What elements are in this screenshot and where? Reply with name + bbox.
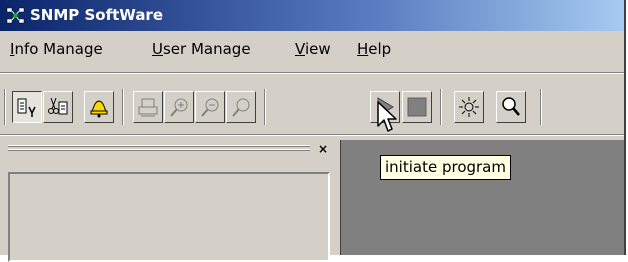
zoom-button[interactable] [226,91,256,123]
search-icon [502,97,520,116]
cut-list-button[interactable] [43,91,73,123]
print-icon [138,98,158,117]
tooltip: initiate program [380,155,511,180]
zoom-in-button[interactable] [164,91,194,123]
mouse-cursor-icon [377,101,397,132]
pane-grip[interactable] [8,149,310,151]
alarm-button[interactable] [84,91,114,123]
menu-divider [0,72,624,74]
menu-user-manage-label: ser Manage [162,40,251,58]
cut-list-icon [48,97,68,115]
toolbar-divider [0,134,624,136]
title-bar[interactable]: SNMP SoftWare [0,0,624,31]
toolbar [0,83,624,129]
stop-button[interactable] [402,91,432,123]
menu-help[interactable]: Help [357,40,391,58]
list-view-icon [17,98,36,117]
zoom-out-icon [201,98,219,117]
tree-view[interactable] [8,172,330,262]
window-title: SNMP SoftWare [30,6,164,24]
sun-icon [459,97,479,117]
app-window: SNMP SoftWare Info Manage User Manage Vi… [0,0,626,262]
zoom-icon [232,98,250,117]
print-button[interactable] [133,91,163,123]
search-button[interactable] [496,91,526,123]
pane-grip[interactable] [8,145,310,147]
navigation-pane: × [0,140,338,262]
toolbar-separator [264,89,266,125]
menu-help-label: elp [368,40,392,58]
close-icon[interactable]: × [316,142,330,156]
menu-help-mnemonic: H [357,40,369,58]
menu-view[interactable]: View [295,40,331,58]
refresh-button[interactable] [454,91,484,123]
zoom-in-icon [170,98,188,117]
toolbar-separator [122,89,124,125]
list-view-button[interactable] [12,91,42,123]
menu-view-label: iew [304,40,331,58]
toolbar-separator [440,89,442,125]
menu-user-manage[interactable]: User Manage [152,40,251,58]
menu-info-manage[interactable]: Info Manage [10,40,103,58]
network-app-icon [6,7,25,24]
menu-bar: Info Manage User Manage View Help [0,34,624,64]
bell-icon [90,100,108,118]
toolbar-separator [540,89,542,125]
menu-info-manage-label: nfo Manage [14,40,103,58]
zoom-out-button[interactable] [195,91,225,123]
menu-view-mnemonic: V [295,40,305,58]
menu-user-manage-mnemonic: U [152,40,163,58]
toolbar-grip[interactable] [4,89,6,125]
stop-icon [407,97,427,117]
